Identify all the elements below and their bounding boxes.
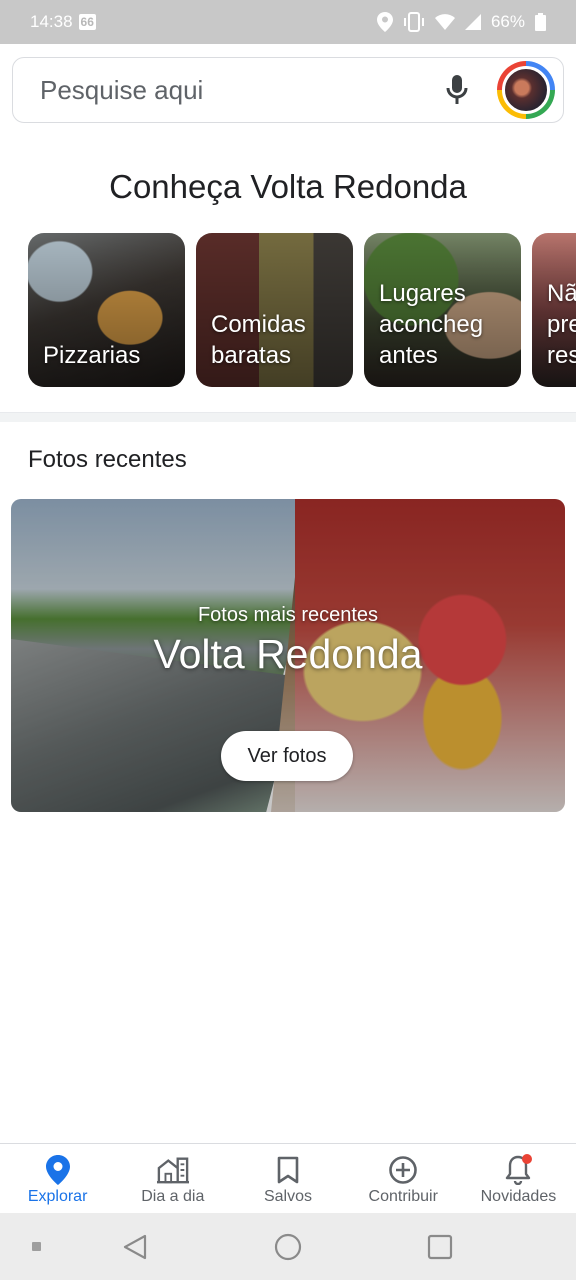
back-icon[interactable] [122, 1234, 148, 1260]
buildings-icon [156, 1154, 189, 1186]
home-icon[interactable] [274, 1233, 302, 1261]
nav-contribuir[interactable]: Contribuir [346, 1144, 461, 1213]
microphone-icon [446, 75, 468, 104]
system-navigation-bar [0, 1213, 576, 1280]
nav-explorar[interactable]: Explorar [0, 1144, 115, 1213]
search-bar[interactable]: Pesquise aqui [12, 57, 564, 123]
category-card-comidas-baratas[interactable]: Comidas baratas [196, 233, 353, 387]
nav-label: Novidades [480, 1188, 557, 1205]
battery-level: 66% [490, 12, 525, 31]
notification-count-icon: 66 [78, 14, 96, 30]
category-cards: Pizzarias Comidas baratas Lugares aconch… [28, 233, 576, 387]
battery-icon [535, 13, 546, 31]
bell-icon [502, 1154, 534, 1186]
signal-icon [464, 14, 481, 30]
category-card-label: Pizzarias [43, 342, 141, 369]
nav-dia-a-dia[interactable]: Dia a dia [115, 1144, 230, 1213]
nav-novidades[interactable]: Novidades [461, 1144, 576, 1213]
location-pin-icon [42, 1154, 74, 1186]
category-card-partial[interactable]: Nã pre res [532, 233, 576, 387]
nav-label: Contribuir [368, 1188, 438, 1205]
section-divider [0, 412, 576, 422]
account-avatar-button[interactable] [497, 61, 555, 119]
explore-title: Conheça Volta Redonda [109, 168, 467, 205]
status-time: 14:38 [30, 12, 73, 31]
voice-search-button[interactable] [437, 70, 477, 110]
category-card-label: Lugares aconcheg antes [379, 280, 484, 369]
overview-icon[interactable] [427, 1234, 453, 1260]
nav-label: Salvos [263, 1188, 313, 1205]
status-bar: 14:38 66 66% [0, 0, 576, 44]
nav-salvos[interactable]: Salvos [230, 1144, 345, 1213]
nav-label: Explorar [27, 1188, 88, 1205]
avatar [502, 66, 550, 114]
recent-photos-title: Fotos recentes [28, 446, 187, 473]
vibrate-icon [403, 12, 424, 32]
recent-photos-place: Volta Redonda [153, 631, 423, 677]
wifi-icon [434, 14, 455, 30]
category-card-pizzarias[interactable]: Pizzarias [28, 233, 185, 387]
location-status-icon [376, 12, 393, 32]
nav-label: Dia a dia [141, 1188, 205, 1205]
view-photos-button[interactable]: Ver fotos [221, 731, 353, 781]
add-circle-icon [387, 1154, 419, 1186]
search-input[interactable]: Pesquise aqui [40, 75, 437, 106]
recent-photos-banner[interactable]: Fotos mais recentes Volta Redonda Ver fo… [11, 499, 565, 812]
category-card-label: Nã pre res [547, 280, 576, 369]
recents-dot-icon[interactable] [32, 1242, 41, 1251]
category-card-label: Comidas baratas [211, 311, 306, 369]
category-card-lugares-aconchegantes[interactable]: Lugares aconcheg antes [364, 233, 521, 387]
recent-photos-subtitle: Fotos mais recentes [197, 604, 379, 626]
bottom-navigation: Explorar Dia a dia Salvos Contribuir Nov… [0, 1143, 576, 1213]
bookmark-icon [272, 1154, 304, 1186]
